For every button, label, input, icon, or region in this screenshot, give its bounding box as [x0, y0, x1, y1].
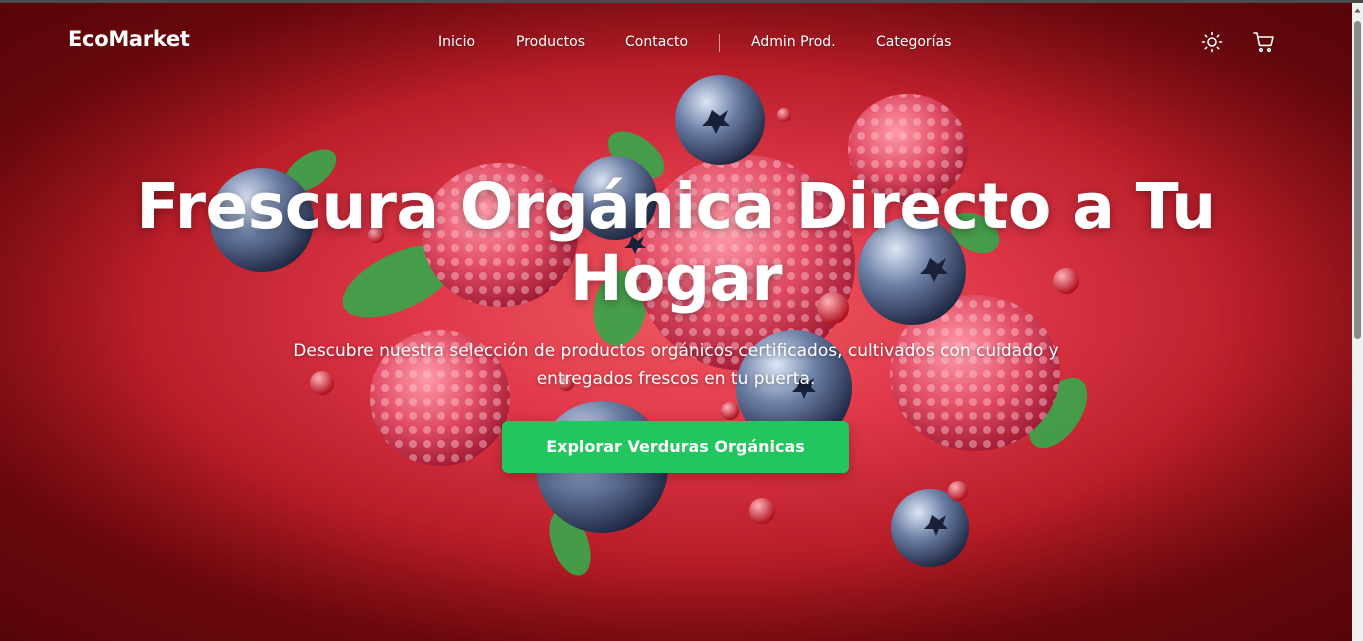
nav-link-categorias[interactable]: Categorías	[876, 34, 951, 50]
window-top-border	[0, 0, 1363, 3]
nav-link-contacto[interactable]: Contacto	[625, 34, 688, 50]
main-navbar: EcoMarket Inicio Productos Contacto Admi…	[0, 3, 1352, 83]
hero-subtitle: Descubre nuestra selección de productos …	[293, 341, 1059, 389]
hero-background-image	[210, 75, 1088, 576]
browser-viewport: EcoMarket Inicio Productos Contacto Admi…	[0, 0, 1363, 641]
brand-logo[interactable]: EcoMarket	[68, 27, 190, 51]
nav-link-admin-prod[interactable]: Admin Prod.	[751, 34, 836, 50]
scrollbar-thumb[interactable]	[1354, 21, 1361, 339]
nav-link-productos[interactable]: Productos	[516, 34, 585, 50]
hero-title: Frescura Orgánica Directo a Tu Hogar	[136, 170, 1216, 315]
cart-icon[interactable]	[1252, 30, 1276, 54]
explore-vegetables-button[interactable]: Explorar Verduras Orgánicas	[502, 421, 849, 473]
hero-section: EcoMarket Inicio Productos Contacto Admi…	[0, 3, 1352, 641]
nav-divider	[719, 34, 720, 52]
scroll-up-arrow-icon[interactable]	[1354, 7, 1361, 14]
sun-icon[interactable]	[1200, 30, 1224, 54]
nav-link-inicio[interactable]: Inicio	[438, 34, 475, 50]
vertical-scrollbar[interactable]	[1352, 3, 1363, 641]
